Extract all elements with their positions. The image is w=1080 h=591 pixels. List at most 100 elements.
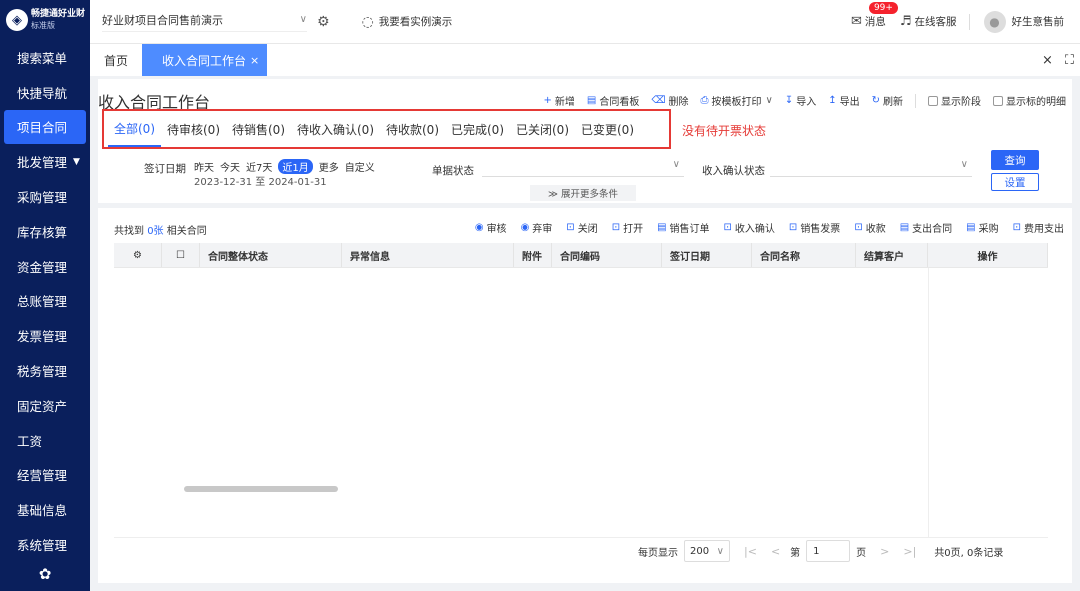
column-header[interactable]: ☐ [162,243,200,267]
annotation-note: 没有待开票状态 [682,124,767,138]
contract-board-button[interactable]: ▤ 合同看板 [587,93,639,108]
unreview-button[interactable]: ◉ 弃审 [521,220,553,235]
status-tab-pending-sale[interactable]: 待销售(0) [226,111,291,147]
last-page-icon[interactable]: >| [903,545,916,558]
caret-down-icon: ▼ [73,156,80,167]
import-button[interactable]: ↧ 导入 [785,93,816,108]
date-chip-more[interactable]: 更多 [319,159,339,174]
column-header: 结算客户 [856,243,928,267]
demo-link[interactable]: ◌ 我要看实例演示 [362,14,453,30]
logo: ◈ 畅捷通好业财 标准版 [0,0,90,40]
column-header: 操作 [928,243,1048,267]
prev-page-icon[interactable]: < [771,545,780,558]
sidebar-item-ledger[interactable]: 总账管理 [0,284,90,319]
sidebar-item-payroll[interactable]: 工资 [0,423,90,458]
horizontal-scrollbar[interactable] [184,486,338,492]
sidebar-item-business[interactable]: 经营管理 [0,458,90,493]
sidebar-item-basic-info[interactable]: 基础信息 [0,492,90,527]
per-page-select[interactable]: 200 ∨ [684,540,730,562]
sales-order-button[interactable]: ▤ 销售订单 [657,220,709,235]
add-button[interactable]: + 新增 [544,93,575,108]
sidebar-item-search[interactable]: 搜索菜单 [0,40,90,75]
chevron-down-icon: ∨ [672,159,680,170]
close-contract-button[interactable]: ⊡ 关闭 [566,220,597,235]
status-tab-pending-income-confirm[interactable]: 待收入确认(0) [291,111,380,147]
trash-icon: ⌫ [651,95,666,106]
tab-home[interactable]: 首页 [90,44,142,76]
sidebar-item-invoice[interactable]: 发票管理 [0,318,90,353]
expand-filters-button[interactable]: ≫ 展开更多条件 [530,185,636,201]
sidebar-item-system[interactable]: 系统管理 [0,527,90,562]
user-menu[interactable]: ● 好生意售前 [983,10,1064,33]
gear-icon[interactable]: ⚙ [317,14,330,30]
sidebar-item-label: 资金管理 [17,259,68,275]
expense-contract-button[interactable]: ▤ 支出合同 [900,220,952,235]
sidebar-item-label: 批发管理 [17,155,68,171]
button-label: 销售发票 [800,224,841,235]
tab-label: 已完成(0) [451,122,504,137]
sidebar-item-project-contract[interactable]: 项目合同 [4,109,86,145]
support-label: 在线客服 [914,16,957,28]
button-label: 刷新 [883,97,903,108]
first-page-icon[interactable]: |< [744,545,757,558]
document-state-select[interactable]: ∨ [482,159,684,177]
button-label: 合同看板 [599,97,640,108]
status-tab-pending-payment[interactable]: 待收款(0) [380,111,445,147]
column-header[interactable]: ⚙ [114,243,162,267]
date-chip-today[interactable]: 今天 [220,159,240,174]
next-page-icon[interactable]: > [880,545,889,558]
support-button[interactable]: ♬ 在线客服 [900,14,957,29]
open-contract-button[interactable]: ⊡ 打开 [612,220,643,235]
review-button[interactable]: ◉ 审核 [475,220,507,235]
income-confirm-state-select[interactable]: ∨ [770,159,972,177]
sidebar-item-wholesale[interactable]: 批发管理 ▼ [0,144,90,179]
date-chip-custom[interactable]: 自定义 [345,159,375,174]
sidebar-item-inventory[interactable]: 库存核算 [0,214,90,249]
sales-invoice-button[interactable]: ⊡ 销售发票 [789,220,840,235]
income-confirm-button[interactable]: ⊡ 收入确认 [724,220,775,235]
fullscreen-icon[interactable]: ⛶ [1059,53,1080,68]
sidebar-item-purchase[interactable]: 采购管理 [0,179,90,214]
checkbox[interactable] [928,95,938,106]
checkbox[interactable] [993,95,1003,106]
sidebar-item-tax[interactable]: 税务管理 [0,353,90,388]
filter-settings-button[interactable]: 设置 [991,173,1039,191]
filter-area: 签订日期 昨天 今天 近7天 近1月 更多 自定义 2023-12-31 至 2… [98,150,1072,203]
status-tab-completed[interactable]: 已完成(0) [445,111,510,147]
topbar: 好业财项目合同售前演示 ∨ ⚙ ◌ 我要看实例演示 ✉ 消息 99+ ♬ 在线客… [90,0,1080,44]
status-tab-pending-review[interactable]: 待审核(0) [161,111,226,147]
sidebar-item-quick-nav[interactable]: 快捷导航 [0,75,90,110]
column-header: 附件 [514,243,552,267]
date-chip-7days[interactable]: 近7天 [246,159,272,174]
status-tab-changed[interactable]: 已变更(0) [575,111,640,147]
expense-button[interactable]: ⊡ 费用支出 [1013,220,1064,235]
query-button[interactable]: 查询 [991,150,1039,170]
sidebar-item-label: 快捷导航 [17,85,68,101]
print-template-button[interactable]: ⎙ 按模板打印 ∨ [701,93,773,108]
page-input[interactable]: 1 [806,540,851,562]
sidebar-item-label: 库存核算 [17,224,68,240]
expense-icon: ⊡ [1012,222,1021,233]
messages-button[interactable]: ✉ 消息 99+ [851,2,898,29]
tab-income-contract-workbench[interactable]: 收入合同工作台 × [142,44,268,76]
close-all-tabs-icon[interactable]: × [1036,53,1059,68]
show-stage-checkbox[interactable]: 显示阶段 [928,93,981,108]
close-icon[interactable]: × [250,54,259,67]
refresh-button[interactable]: ↻ 刷新 [872,93,903,108]
purchase-button[interactable]: ▤ 采购 [966,220,998,235]
sidebar-item-funds[interactable]: 资金管理 [0,249,90,284]
logo-version: 标准版 [31,21,55,30]
show-detail-checkbox[interactable]: 显示标的明细 [993,93,1066,108]
settings-icon[interactable]: ✿ [0,565,90,583]
account-select[interactable]: 好业财项目合同售前演示 ∨ [102,12,307,32]
status-tab-all[interactable]: 全部(0) [108,111,161,147]
date-chip-yesterday[interactable]: 昨天 [194,159,214,174]
status-tab-closed[interactable]: 已关闭(0) [510,111,575,147]
delete-button[interactable]: ⌫ 删除 [651,93,688,108]
column-header: 签订日期 [662,243,752,267]
export-button[interactable]: ↥ 导出 [828,93,859,108]
date-chip-1month[interactable]: 近1月 [278,159,313,174]
sidebar-item-fixed-assets[interactable]: 固定资产 [0,388,90,423]
tab-label: 待收入确认(0) [297,122,374,137]
collection-button[interactable]: ⊡ 收款 [854,220,885,235]
